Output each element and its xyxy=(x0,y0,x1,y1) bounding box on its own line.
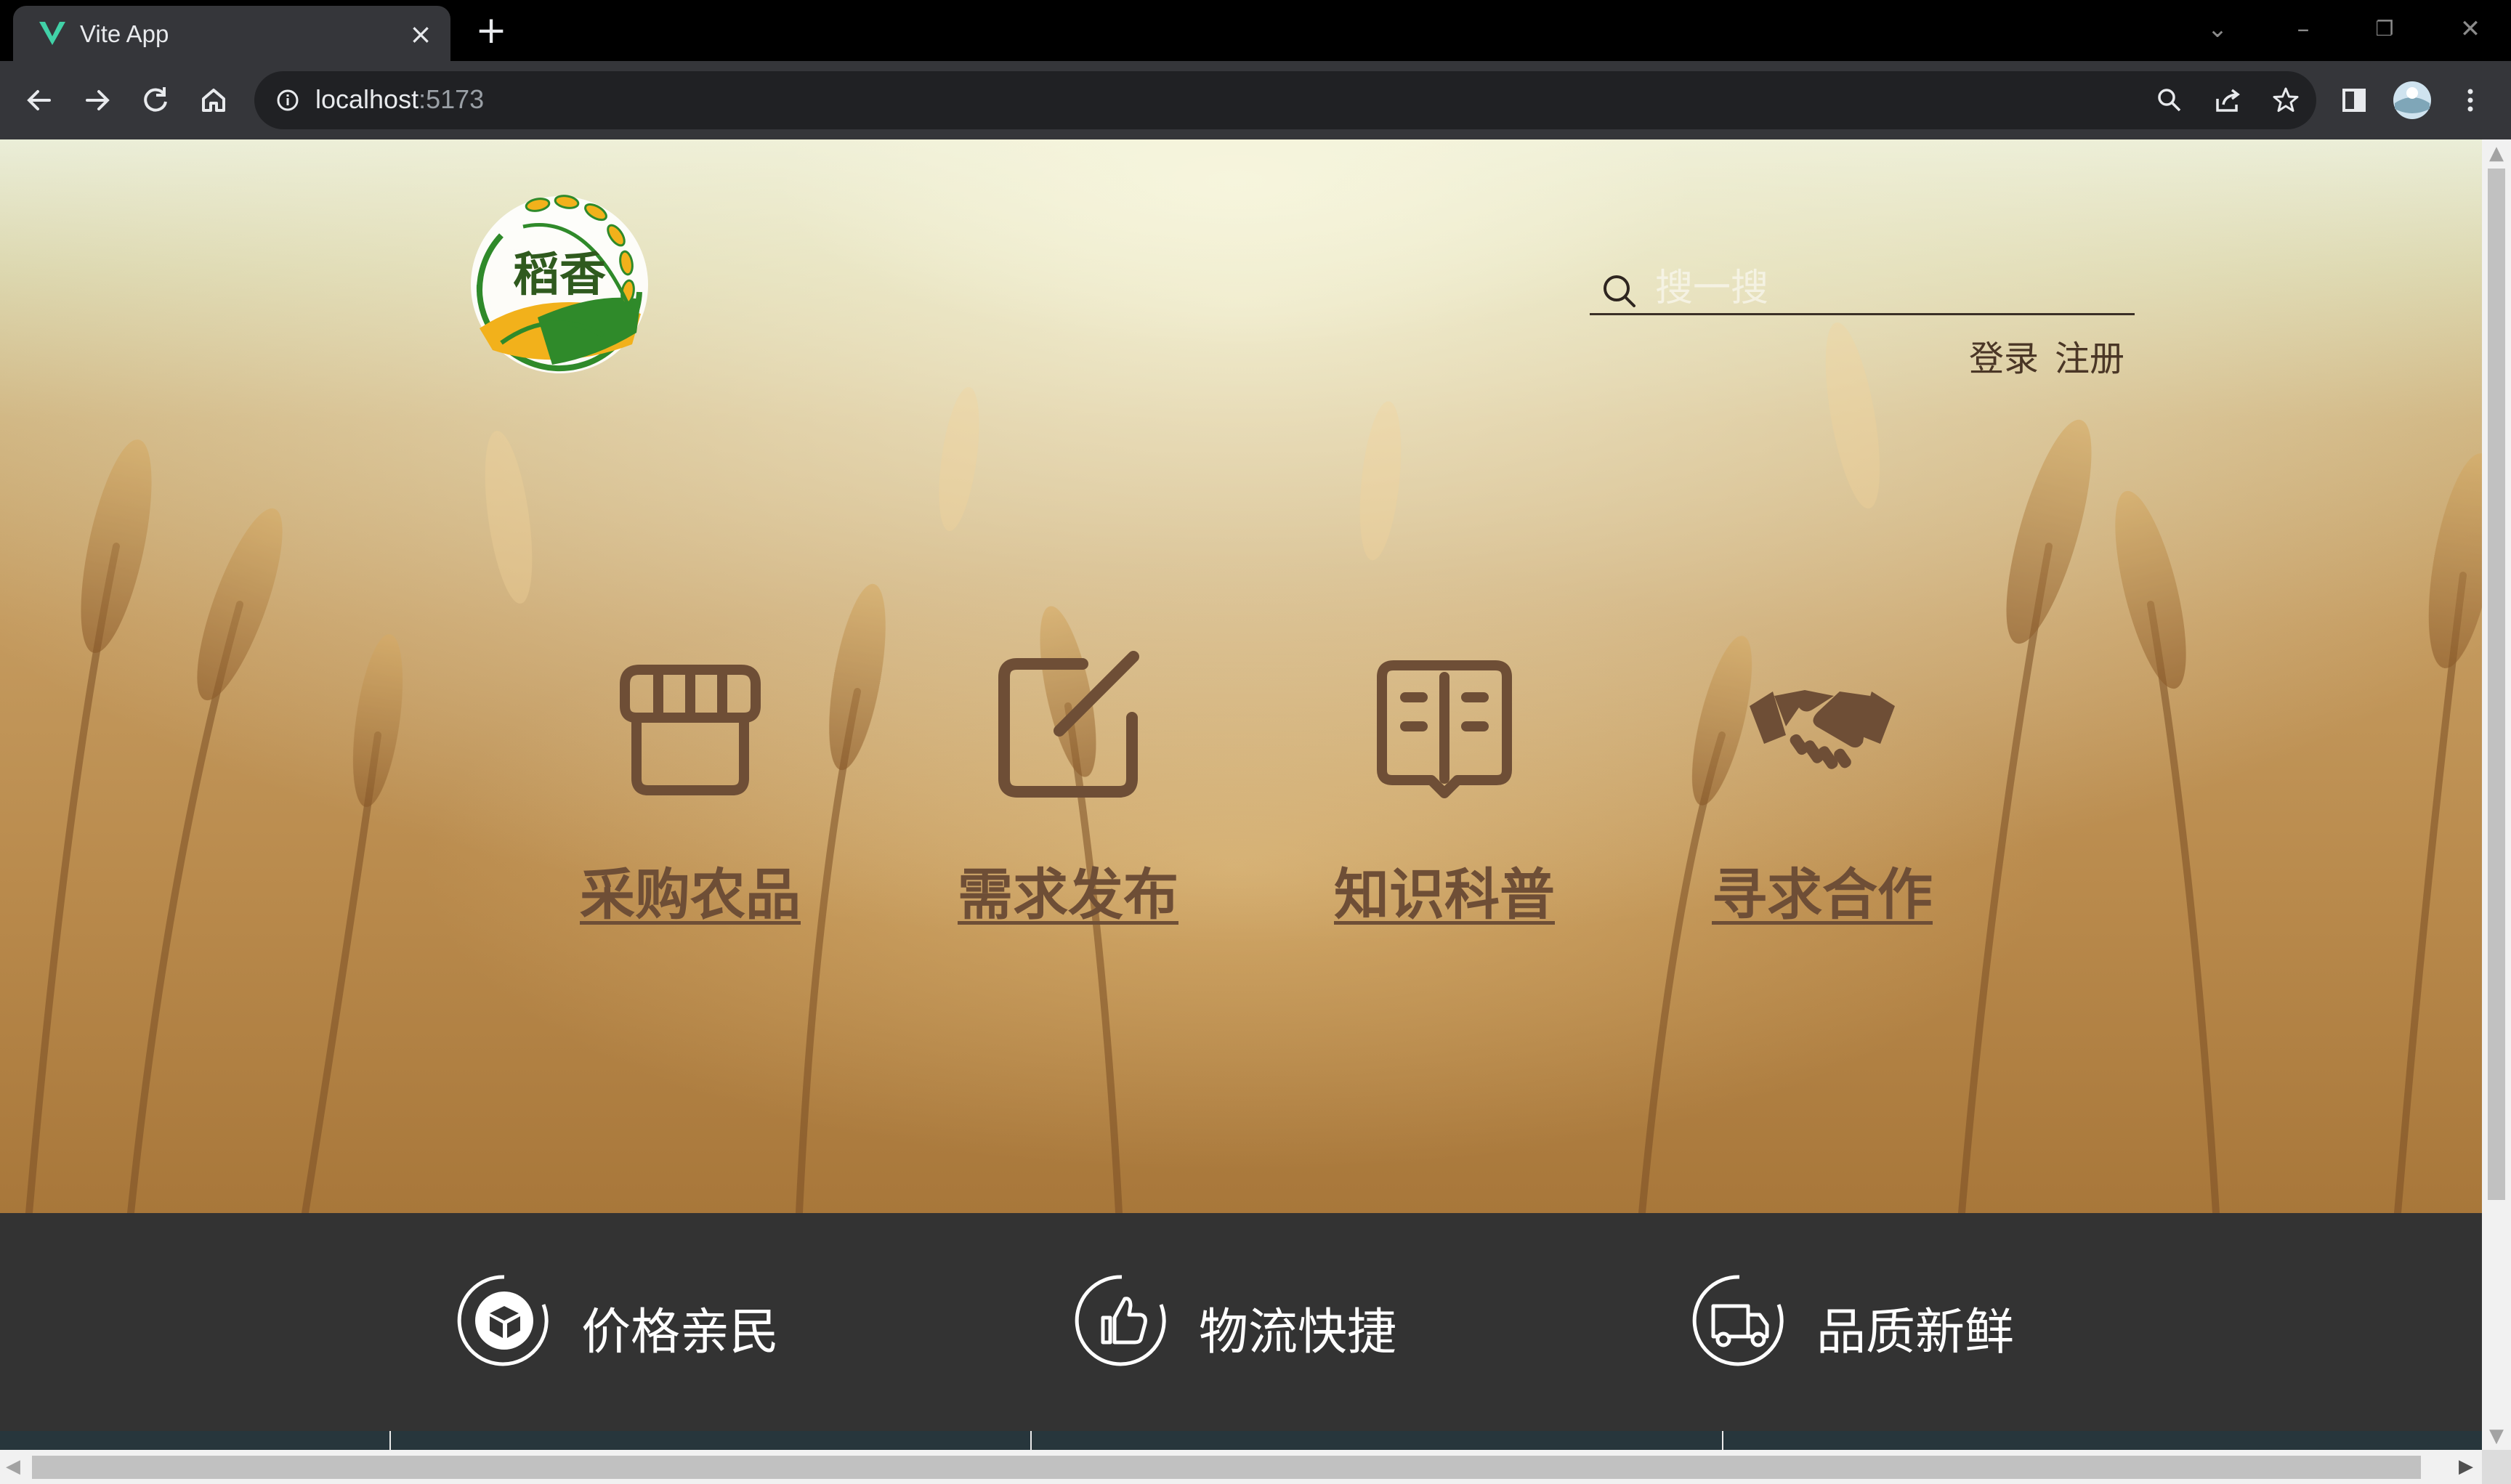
search-icon[interactable] xyxy=(1600,272,1639,311)
thumbs-up-icon xyxy=(1075,1275,1166,1366)
vite-favicon-icon xyxy=(39,22,65,45)
horizontal-scroll-thumb[interactable] xyxy=(32,1456,2421,1479)
site-info-icon[interactable] xyxy=(270,83,305,118)
handshake-icon xyxy=(1750,690,1895,769)
scroll-right-icon[interactable]: ▶ xyxy=(2459,1456,2473,1477)
feature-purchase[interactable]: 采购农品 xyxy=(559,648,821,927)
register-link[interactable]: 注册 xyxy=(2055,338,2124,379)
highlight-logistics-label: 物流快捷 xyxy=(1199,1304,1397,1361)
storefront-icon xyxy=(620,665,761,795)
minimize-icon[interactable]: – xyxy=(2281,7,2325,51)
vertical-scroll-thumb[interactable] xyxy=(2488,169,2505,1200)
login-link[interactable]: 登录 xyxy=(1969,338,2039,379)
footer-edge xyxy=(0,1431,2482,1450)
browser-toolbar: localhost:5173 xyxy=(0,61,2511,139)
site-logo[interactable]: 稻香 xyxy=(450,190,673,379)
share-icon[interactable] xyxy=(2210,83,2245,118)
profile-avatar[interactable] xyxy=(2389,77,2435,123)
close-window-icon[interactable]: ✕ xyxy=(2449,7,2492,51)
url-text[interactable]: localhost:5173 xyxy=(315,84,484,115)
new-tab-button[interactable]: + xyxy=(471,12,512,52)
forward-arrow-icon xyxy=(86,90,110,110)
tab-close-icon[interactable]: × xyxy=(405,19,436,49)
book-icon xyxy=(1377,660,1512,798)
feature-cooperation[interactable]: 寻求合作 xyxy=(1691,648,1953,927)
feature-knowledge[interactable]: 知识科普 xyxy=(1314,648,1575,927)
home-icon xyxy=(202,89,225,112)
restore-icon[interactable]: ❐ xyxy=(2363,7,2406,51)
side-panel-icon xyxy=(2342,89,2366,112)
browser-tabstrip: Vite App × + ⌄ – ❐ ✕ xyxy=(0,0,2511,61)
feature-cooperation-label[interactable]: 寻求合作 xyxy=(1691,850,1953,930)
home-button[interactable] xyxy=(190,77,237,123)
feature-publish-demand-label[interactable]: 需求发布 xyxy=(937,850,1199,930)
address-bar[interactable]: localhost:5173 xyxy=(254,71,2316,129)
tab-search-icon[interactable]: ⌄ xyxy=(2196,7,2239,51)
auth-links: 登录 注册 xyxy=(1969,330,2140,381)
horizontal-scrollbar[interactable]: ◀ ▶ xyxy=(0,1450,2482,1484)
feature-purchase-label[interactable]: 采购农品 xyxy=(559,850,821,930)
hero-banner: 稻香 登录注册 采购农品 xyxy=(0,139,2482,1213)
reload-button[interactable] xyxy=(132,77,179,123)
tab-title: Vite App xyxy=(80,20,169,47)
forward-button[interactable] xyxy=(74,77,121,123)
feature-publish-demand[interactable]: 需求发布 xyxy=(937,648,1199,927)
browser-menu-button[interactable] xyxy=(2447,77,2494,123)
reload-icon xyxy=(144,87,167,112)
more-vert-icon xyxy=(2467,89,2473,112)
side-panel-button[interactable] xyxy=(2331,77,2377,123)
highlights-strip: 价格亲民 物流快捷 品质新鲜 xyxy=(0,1213,2482,1431)
page-viewport: 稻香 登录注册 采购农品 xyxy=(0,139,2482,1450)
feature-knowledge-label[interactable]: 知识科普 xyxy=(1314,850,1575,930)
delivery-truck-icon xyxy=(1692,1275,1784,1366)
bookmark-star-icon[interactable] xyxy=(2268,83,2303,118)
back-arrow-icon xyxy=(27,90,51,110)
scroll-down-icon[interactable]: ▼ xyxy=(2489,1425,2504,1447)
highlight-price-label: 价格亲民 xyxy=(581,1304,780,1361)
highlight-freshness-label: 品质新鲜 xyxy=(1816,1304,2015,1361)
scrollbar-corner xyxy=(2482,1450,2511,1484)
edit-icon xyxy=(998,651,1139,798)
back-button[interactable] xyxy=(16,77,62,123)
search-bar[interactable] xyxy=(1590,263,2135,315)
zoom-search-icon[interactable] xyxy=(2152,83,2187,118)
scroll-left-icon[interactable]: ◀ xyxy=(6,1456,20,1477)
box-icon xyxy=(457,1275,549,1366)
avatar-icon xyxy=(2393,81,2431,119)
vertical-scrollbar[interactable]: ▲ ▼ xyxy=(2482,139,2511,1450)
browser-tab[interactable]: Vite App × xyxy=(13,6,450,61)
logo-text: 稻香 xyxy=(513,248,606,302)
scroll-up-icon[interactable]: ▲ xyxy=(2489,142,2504,164)
search-input[interactable] xyxy=(1655,266,2120,311)
